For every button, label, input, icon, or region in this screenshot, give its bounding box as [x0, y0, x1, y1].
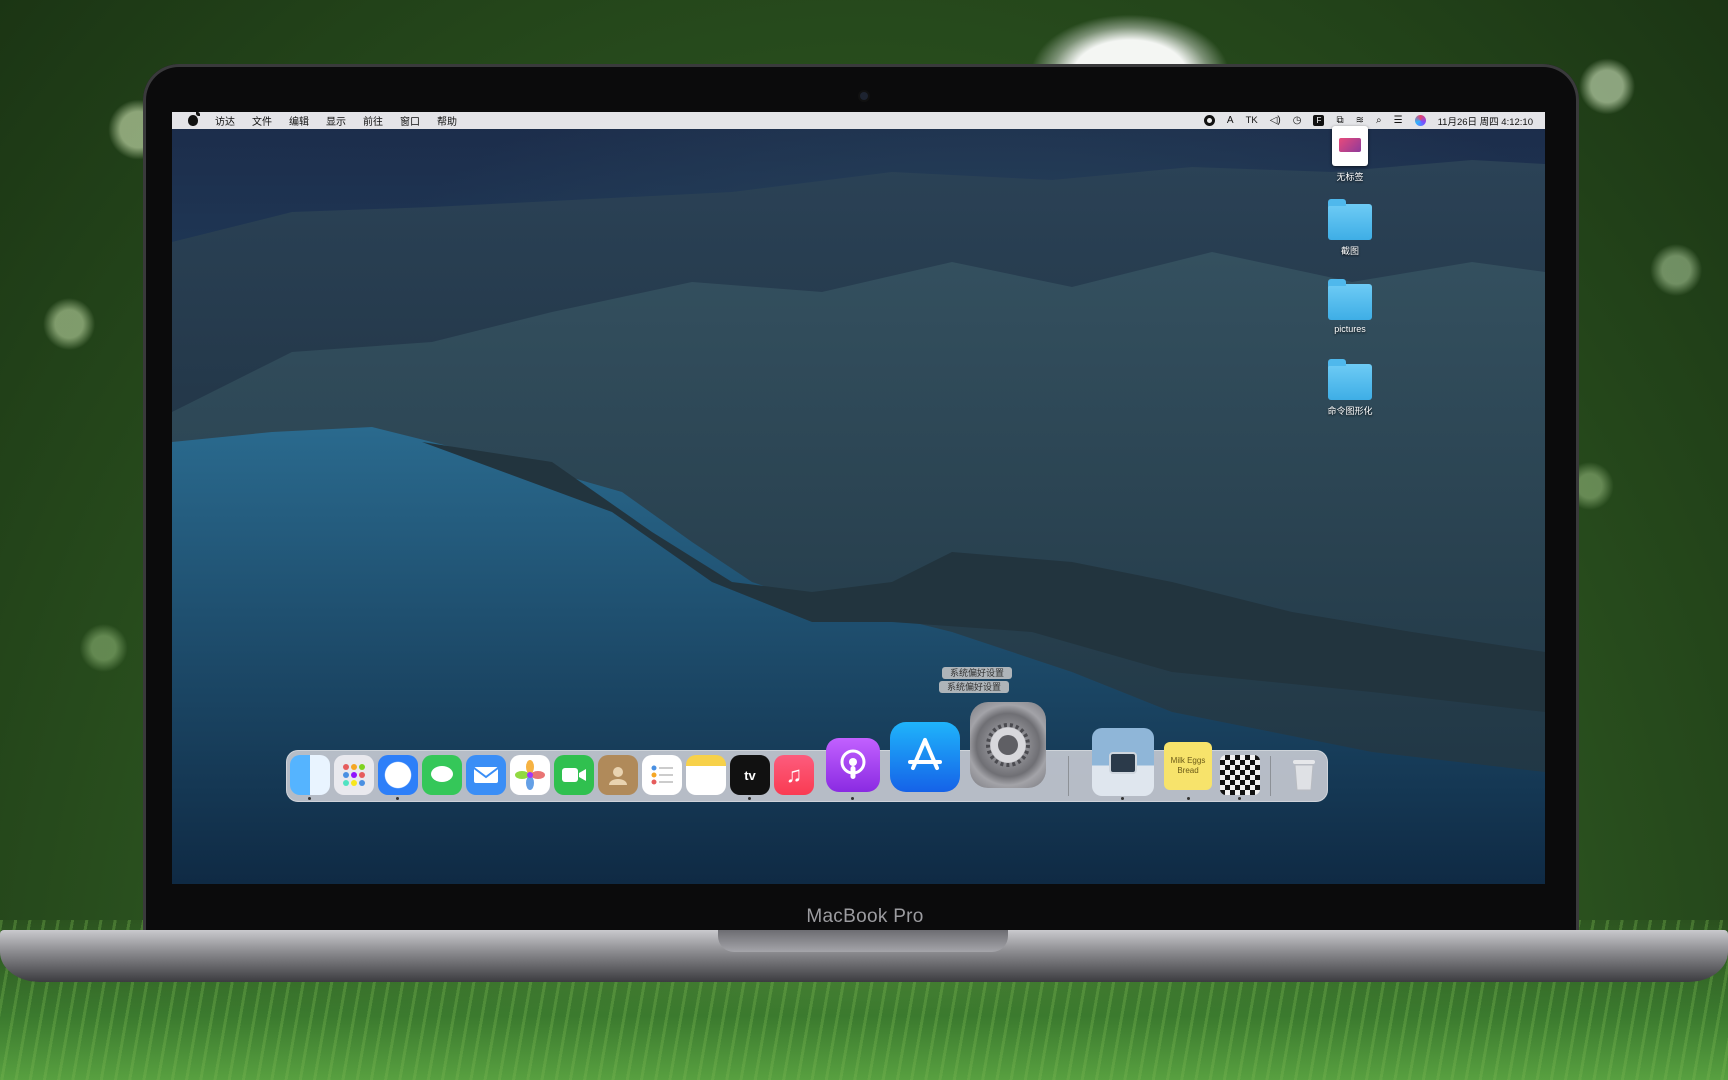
desktop-icon-command-gui[interactable]: 命令图形化 — [1310, 359, 1390, 417]
running-indicator — [308, 797, 311, 800]
volume-icon[interactable]: ◁) — [1270, 115, 1281, 126]
appstore-icon[interactable] — [890, 722, 960, 792]
menu-clock[interactable]: 11月26日 周四 4:12:10 — [1438, 114, 1533, 128]
messages-icon[interactable] — [422, 755, 462, 795]
desktop-icon-label: 命令图形化 — [1327, 406, 1373, 416]
safari-icon[interactable] — [378, 755, 418, 795]
search-icon[interactable]: ⌕ — [1376, 115, 1382, 126]
chess-icon[interactable] — [1220, 755, 1260, 795]
document-thumbnail-icon — [1332, 126, 1368, 166]
mail-icon[interactable] — [466, 755, 506, 795]
menu-finder[interactable]: 访达 — [215, 113, 235, 128]
photos-icon[interactable] — [510, 755, 550, 795]
running-indicator — [396, 797, 399, 800]
podcasts-icon[interactable] — [826, 738, 880, 792]
dock-separator — [1270, 756, 1271, 796]
tk-status[interactable]: TK — [1246, 115, 1258, 126]
time-machine-icon[interactable]: ◷ — [1293, 115, 1302, 126]
siri-icon[interactable] — [1414, 115, 1426, 126]
desktop-icon-untitled[interactable]: 无标签 — [1310, 126, 1390, 183]
trash-icon[interactable] — [1284, 755, 1324, 795]
folder-icon — [1328, 199, 1372, 240]
reminders-icon[interactable] — [642, 755, 682, 795]
running-indicator — [1238, 797, 1241, 800]
app-status-icon[interactable]: F — [1313, 115, 1325, 126]
laptop-brand-label: MacBook Pro — [806, 906, 924, 927]
mac-desktop: 访达 文件 编辑 显示 前往 窗口 帮助 A TK ◁) ◷ F ⧉ ≋ ⌕ ☰… — [172, 112, 1545, 884]
music-icon[interactable]: ♫ — [774, 755, 814, 795]
control-center-icon[interactable]: ☰ — [1394, 115, 1403, 126]
display-icon[interactable]: ⧉ — [1336, 115, 1343, 126]
menu-go[interactable]: 前往 — [363, 113, 383, 128]
menu-file[interactable]: 文件 — [252, 113, 272, 128]
folder-icon — [1328, 359, 1372, 400]
desktop-icon-screenshots[interactable]: 截图 — [1310, 199, 1390, 257]
system-preferences-icon[interactable] — [970, 702, 1046, 788]
running-indicator — [748, 797, 751, 800]
record-icon[interactable] — [1203, 115, 1215, 126]
menu-window[interactable]: 窗口 — [400, 113, 420, 128]
laptop-opening-notch — [718, 930, 1008, 952]
input-method-icon[interactable]: A — [1227, 115, 1234, 126]
dock-tooltip: 系统偏好设置 — [942, 667, 1013, 679]
facetime-icon[interactable] — [554, 755, 594, 795]
dock-tooltip-shadow: 系统偏好设置 — [939, 681, 1010, 693]
menu-help[interactable]: 帮助 — [437, 113, 457, 128]
appletv-icon[interactable]: tv — [730, 755, 770, 795]
launchpad-icon[interactable] — [334, 755, 374, 795]
desktop-icon-label: 无标签 — [1336, 172, 1364, 182]
desktop-icon-pictures[interactable]: pictures — [1310, 279, 1390, 334]
running-indicator — [851, 797, 854, 800]
apple-menu-icon[interactable] — [188, 112, 200, 126]
stickies-icon[interactable]: Milk Eggs Bread — [1164, 742, 1212, 790]
menu-view[interactable]: 显示 — [326, 113, 346, 128]
folder-icon — [1328, 279, 1372, 320]
stickies-text: Milk Eggs Bread — [1170, 756, 1206, 775]
appletv-label: tv — [744, 767, 756, 783]
wifi-icon[interactable]: ≋ — [1356, 115, 1364, 126]
desktop-icon-label: pictures — [1334, 324, 1366, 334]
dock-separator — [1068, 756, 1069, 796]
running-indicator — [1187, 797, 1190, 800]
camera-icon — [860, 92, 868, 100]
desktop-icon-label: 截图 — [1340, 246, 1359, 256]
notes-icon[interactable] — [686, 755, 726, 795]
menu-edit[interactable]: 编辑 — [289, 113, 309, 128]
running-indicator — [1121, 797, 1124, 800]
dock: tv ♫ Milk Eggs Bread — [286, 702, 1328, 802]
finder-icon[interactable] — [290, 755, 330, 795]
preview-icon[interactable] — [1092, 728, 1154, 796]
contacts-icon[interactable] — [598, 755, 638, 795]
